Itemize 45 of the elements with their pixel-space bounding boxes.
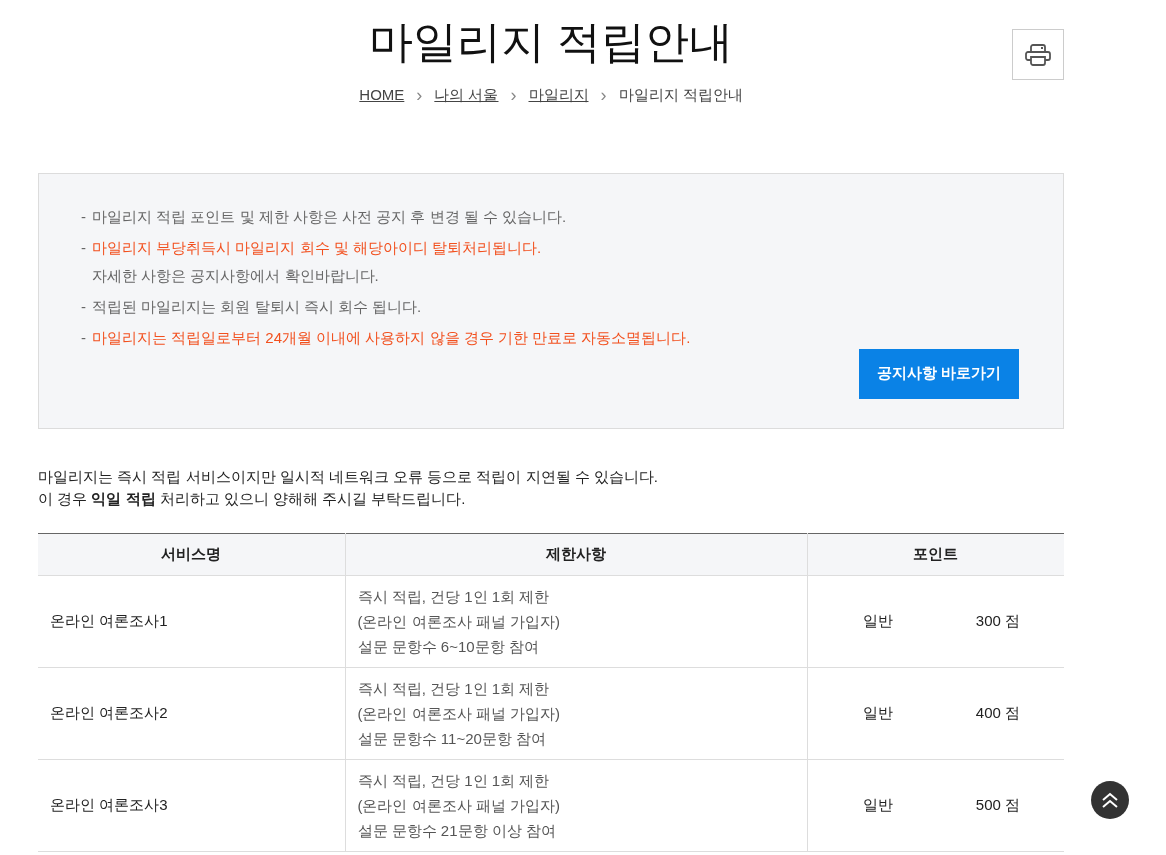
restriction-text: 즉시 적립, 건당 1인 1회 제한 <box>357 770 551 791</box>
notice-text: 마일리지 적립 포인트 및 제한 사항은 사전 공지 후 변경 될 수 있습니다. <box>92 206 567 227</box>
breadcrumb-separator: › <box>510 86 517 105</box>
scroll-top-button[interactable] <box>1091 781 1129 819</box>
points-text: 400 점 <box>975 702 1020 723</box>
column-header: 서비스명 <box>38 533 345 575</box>
double-chevron-up-icon <box>1101 792 1119 808</box>
restriction-text: (온라인 여론조사 패널 가입자) <box>357 795 561 816</box>
print-icon <box>1025 43 1051 66</box>
grade-text: 일반 <box>862 610 893 631</box>
restriction-text: (온라인 여론조사 패널 가입자) <box>357 611 561 632</box>
notice-text: 마일리지 부당취득시 마일리지 회수 및 해당아이디 탈퇴처리됩니다. <box>92 237 542 258</box>
intro-text: 마일리지는 즉시 적립 서비스이지만 일시적 네트워크 오류 등으로 적립이 지연될 수 있습니다. <box>38 466 659 487</box>
bullet-dash: - <box>81 296 86 317</box>
restriction-text: 즉시 적립, 건당 1인 1회 제한 <box>357 586 551 607</box>
breadcrumb-link[interactable]: HOME <box>359 84 405 107</box>
page-title: 마일리지 적립안내 <box>368 16 734 68</box>
grade-text: 일반 <box>862 702 893 723</box>
service-name-cell: 온라인 여론조사3 <box>38 759 345 851</box>
breadcrumb-current: 마일리지 적립안내 <box>618 85 743 105</box>
bullet-dash: - <box>81 206 86 227</box>
column-header: 포인트 <box>807 533 1064 575</box>
points-text: 500 점 <box>975 794 1020 815</box>
restriction-text: 설문 문항수 21문항 이상 참여 <box>357 820 557 841</box>
breadcrumb-link[interactable]: 나의 서울 <box>434 84 499 107</box>
restriction-text: 설문 문항수 6~10문항 참여 <box>357 636 540 657</box>
grade-text: 일반 <box>862 794 893 815</box>
bullet-dash: - <box>81 237 86 258</box>
restriction-text: 설문 문항수 11~20문항 참여 <box>357 728 548 749</box>
service-name-cell: 온라인 여론조사1 <box>38 575 345 667</box>
notice-note: 자세한 사항은 공지사항에서 확인바랍니다. <box>92 265 380 286</box>
print-button[interactable] <box>1012 29 1064 80</box>
breadcrumb-link[interactable]: 마일리지 <box>528 84 589 107</box>
intro-text: 이 경우 익일 적립 처리하고 있으니 양해해 주시길 부탁드립니다. <box>38 488 467 509</box>
restriction-text: (온라인 여론조사 패널 가입자) <box>357 703 561 724</box>
breadcrumb-separator: › <box>600 86 607 105</box>
notice-text: 적립된 마일리지는 회원 탈퇴시 즉시 회수 됩니다. <box>92 296 422 317</box>
restriction-text: 즉시 적립, 건당 1인 1회 제한 <box>357 678 551 699</box>
service-name-cell: 온라인 여론조사2 <box>38 667 345 759</box>
points-text: 300 점 <box>975 610 1020 631</box>
breadcrumb-separator: › <box>416 86 423 105</box>
notice-link-button[interactable]: 공지사항 바로가기 <box>859 348 1019 399</box>
bullet-dash: - <box>81 327 86 348</box>
notice-text: 마일리지는 적립일로부터 24개월 이내에 사용하지 않을 경우 기한 만료로 자동소멸됩니다. <box>92 327 691 348</box>
column-header: 제한사항 <box>345 533 807 575</box>
